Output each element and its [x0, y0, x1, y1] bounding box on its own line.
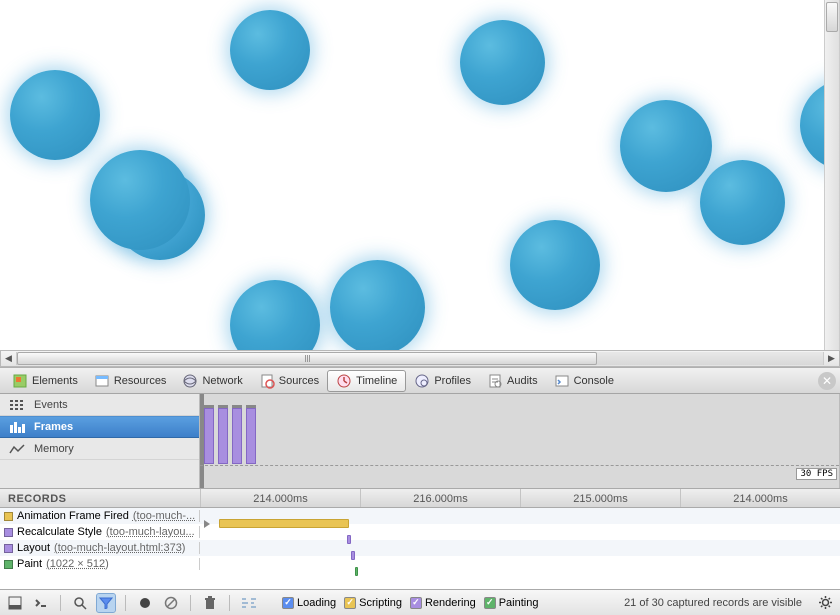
legend-scripting[interactable]: ✓Scripting	[344, 597, 402, 609]
color-swatch	[4, 560, 13, 569]
tab-elements[interactable]: Elements	[4, 367, 86, 394]
page-viewport	[0, 0, 840, 350]
time-col: 214.000ms	[200, 489, 360, 507]
tab-label: Elements	[32, 375, 78, 387]
tab-audits[interactable]: Audits	[479, 367, 546, 394]
console-toggle-icon[interactable]	[32, 594, 50, 612]
scroll-right-icon[interactable]: ▶	[824, 351, 839, 366]
bottom-toolbar: ✓Loading ✓Scripting ✓Rendering ✓Painting…	[0, 589, 840, 615]
vertical-scrollbar[interactable]	[824, 0, 839, 350]
record-label: Recalculate Style	[17, 526, 102, 538]
ball	[10, 70, 100, 160]
ball	[230, 280, 320, 350]
scroll-left-icon[interactable]: ◀	[1, 351, 16, 366]
records-header: RECORDS 214.000ms 216.000ms 215.000ms 21…	[0, 488, 840, 508]
record-label: Layout	[17, 542, 50, 554]
time-col: 216.000ms	[360, 489, 520, 507]
record-link[interactable]: (too-much-layout.html:373)	[54, 542, 185, 554]
timeline-sidepanel: Events Frames Memory	[0, 394, 200, 488]
record-label: Paint	[17, 558, 42, 570]
horizontal-scrollbar[interactable]: ◀ ▶	[0, 350, 840, 367]
network-icon	[182, 373, 198, 389]
records-list: Animation Frame Fired (too-much-... Reca…	[0, 508, 840, 572]
tab-label: Profiles	[434, 375, 471, 387]
tab-console[interactable]: Console	[546, 367, 622, 394]
color-swatch	[4, 528, 13, 537]
sidepanel-memory[interactable]: Memory	[0, 438, 199, 460]
tab-resources[interactable]: Resources	[86, 367, 175, 394]
status-text: 21 of 30 captured records are visible	[624, 597, 802, 609]
resources-icon	[94, 373, 110, 389]
color-swatch	[4, 544, 13, 553]
tab-label: Audits	[507, 375, 538, 387]
legend-painting[interactable]: ✓Painting	[484, 597, 539, 609]
tab-label: Timeline	[356, 375, 397, 387]
devtools-tabbar: Elements Resources Network Sources Timel…	[0, 367, 840, 394]
siderow-label: Memory	[34, 443, 74, 455]
record-label: Animation Frame Fired	[17, 510, 129, 522]
records-title: RECORDS	[0, 489, 200, 507]
ball	[230, 10, 310, 90]
tab-profiles[interactable]: Profiles	[406, 367, 479, 394]
record-row[interactable]: Paint (1022 × 512)	[0, 556, 840, 572]
clear-icon[interactable]	[162, 594, 180, 612]
glue-icon[interactable]	[240, 594, 258, 612]
tab-label: Sources	[279, 375, 319, 387]
record-icon[interactable]	[136, 594, 154, 612]
siderow-label: Frames	[34, 421, 73, 433]
frames-icon	[8, 421, 26, 433]
time-col: 215.000ms	[520, 489, 680, 507]
ball	[510, 220, 600, 310]
tab-sources[interactable]: Sources	[251, 367, 327, 394]
console-icon	[554, 373, 570, 389]
memory-icon	[8, 443, 26, 455]
legend-loading[interactable]: ✓Loading	[282, 597, 336, 609]
frames-overview[interactable]: 30 FPS	[200, 394, 840, 488]
events-icon	[8, 399, 26, 411]
tab-label: Resources	[114, 375, 167, 387]
close-devtools-button[interactable]: ✕	[818, 372, 836, 390]
tab-timeline[interactable]: Timeline	[327, 370, 406, 392]
ball	[620, 100, 712, 192]
time-col: 214.000ms	[680, 489, 840, 507]
timeline-icon	[336, 373, 352, 389]
ball	[330, 260, 425, 350]
tab-network[interactable]: Network	[174, 367, 250, 394]
sidepanel-frames[interactable]: Frames	[0, 416, 199, 438]
record-row[interactable]: Layout (too-much-layout.html:373)	[0, 540, 840, 556]
garbage-icon[interactable]	[201, 594, 219, 612]
ball	[460, 20, 545, 105]
frame-bars	[204, 398, 256, 464]
fps-badge: 30 FPS	[796, 468, 837, 480]
dock-icon[interactable]	[6, 594, 24, 612]
ball	[700, 160, 785, 245]
elements-icon	[12, 373, 28, 389]
siderow-label: Events	[34, 399, 68, 411]
record-link[interactable]: (too-much-...	[133, 510, 195, 522]
color-swatch	[4, 512, 13, 521]
record-link[interactable]: (1022 × 512)	[46, 558, 109, 570]
sidepanel-events[interactable]: Events	[0, 394, 199, 416]
audits-icon	[487, 373, 503, 389]
profiles-icon	[414, 373, 430, 389]
tab-label: Console	[574, 375, 614, 387]
search-icon[interactable]	[71, 594, 89, 612]
record-row[interactable]: Recalculate Style (too-much-layou...	[0, 524, 840, 540]
gear-icon[interactable]	[816, 594, 834, 612]
filter-icon[interactable]	[97, 594, 115, 612]
record-row[interactable]: Animation Frame Fired (too-much-...	[0, 508, 840, 524]
ball	[90, 150, 190, 250]
sources-icon	[259, 373, 275, 389]
expand-icon[interactable]	[204, 520, 210, 528]
legend-rendering[interactable]: ✓Rendering	[410, 597, 476, 609]
record-link[interactable]: (too-much-layou...	[106, 526, 195, 538]
tab-label: Network	[202, 375, 242, 387]
